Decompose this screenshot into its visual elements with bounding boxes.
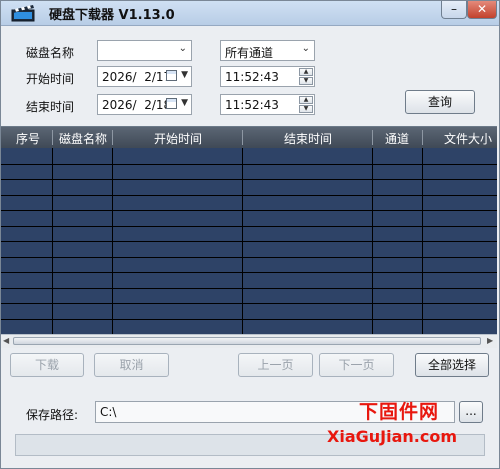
column-header-channel[interactable]: 通道 <box>385 130 409 147</box>
select-all-button[interactable]: 全部选择 <box>415 353 489 377</box>
chevron-down-icon: ⌄ <box>178 43 187 54</box>
column-header-end[interactable]: 结束时间 <box>284 130 332 147</box>
watermark-en: XiaGuJian.com <box>327 427 457 446</box>
channel-value: 所有通道 <box>225 46 274 60</box>
save-path-value: C:\ <box>100 405 117 419</box>
channel-select[interactable]: 所有通道 ⌄ <box>220 40 315 61</box>
prev-page-button[interactable]: 上一页 <box>238 353 313 377</box>
close-button[interactable]: ✕ <box>467 1 497 19</box>
column-separator[interactable] <box>242 130 243 145</box>
app-window: 硬盘下载器 V1.13.0 – ✕ 磁盘名称 ⌄ 所有通道 ⌄ 开始时间 202… <box>0 0 500 469</box>
next-page-button[interactable]: 下一页 <box>319 353 394 377</box>
end-time-picker[interactable]: 11:52:43 ▲ ▼ <box>220 94 315 115</box>
table-header: 序号 磁盘名称 开始时间 结束时间 通道 文件大小 <box>1 127 497 148</box>
start-time-picker[interactable]: 11:52:43 ▲ ▼ <box>220 66 315 87</box>
cancel-button[interactable]: 取消 <box>94 353 169 377</box>
minimize-button[interactable]: – <box>441 1 467 19</box>
column-header-start[interactable]: 开始时间 <box>154 130 202 147</box>
calendar-icon[interactable] <box>166 70 177 81</box>
scroll-right-icon[interactable]: ▶ <box>487 336 493 345</box>
table-grid-column-line <box>52 148 53 334</box>
dropdown-arrow-icon[interactable]: ▼ <box>181 98 188 108</box>
horizontal-scrollbar[interactable]: ◀ ▶ <box>1 334 497 348</box>
column-separator[interactable] <box>52 130 53 145</box>
dropdown-arrow-icon[interactable]: ▼ <box>181 70 188 80</box>
start-time-value: 11:52:43 <box>225 70 279 84</box>
table-grid-column-line <box>112 148 113 334</box>
column-separator[interactable] <box>422 130 423 145</box>
column-header-index[interactable]: 序号 <box>16 130 40 147</box>
end-time-spinner[interactable]: ▲ ▼ <box>299 96 313 113</box>
spin-down-icon[interactable]: ▼ <box>299 105 313 113</box>
end-date-value: 2026/ 2/18 <box>102 98 172 112</box>
clapperboard-icon <box>11 5 35 22</box>
column-separator[interactable] <box>112 130 113 145</box>
scroll-left-icon[interactable]: ◀ <box>3 336 9 345</box>
column-header-disk[interactable]: 磁盘名称 <box>59 130 107 147</box>
window-title: 硬盘下载器 V1.13.0 <box>49 8 175 23</box>
scrollbar-thumb[interactable] <box>13 337 481 345</box>
column-separator[interactable] <box>372 130 373 145</box>
title-bar[interactable]: 硬盘下载器 V1.13.0 – ✕ <box>1 1 499 26</box>
end-time-value: 11:52:43 <box>225 98 279 112</box>
start-time-label: 开始时间 <box>26 72 75 86</box>
table-grid-column-line <box>242 148 243 334</box>
download-button[interactable]: 下载 <box>10 353 84 377</box>
column-header-size[interactable]: 文件大小 <box>444 130 492 147</box>
results-table[interactable]: 序号 磁盘名称 开始时间 结束时间 通道 文件大小 ◀ ▶ <box>1 126 497 348</box>
query-button[interactable]: 查询 <box>405 90 475 114</box>
end-date-picker[interactable]: 2026/ 2/18 ▼ <box>97 94 192 115</box>
start-date-value: 2026/ 2/17 <box>102 70 172 84</box>
start-date-picker[interactable]: 2026/ 2/17 ▼ <box>97 66 192 87</box>
end-time-label: 结束时间 <box>26 100 75 114</box>
start-time-spinner[interactable]: ▲ ▼ <box>299 68 313 85</box>
chevron-down-icon: ⌄ <box>301 43 310 54</box>
table-grid-column-line <box>422 148 423 334</box>
spin-up-icon[interactable]: ▲ <box>299 68 313 76</box>
save-path-label: 保存路径: <box>26 408 79 422</box>
table-grid-column-line <box>372 148 373 334</box>
table-body[interactable] <box>1 148 497 334</box>
spin-up-icon[interactable]: ▲ <box>299 96 313 104</box>
watermark-cn: 下固件网 <box>359 401 440 423</box>
browse-button[interactable]: ... <box>459 401 483 423</box>
calendar-icon[interactable] <box>166 98 177 109</box>
spin-down-icon[interactable]: ▼ <box>299 77 313 85</box>
disk-name-label: 磁盘名称 <box>26 46 75 60</box>
disk-name-select[interactable]: ⌄ <box>97 40 192 61</box>
